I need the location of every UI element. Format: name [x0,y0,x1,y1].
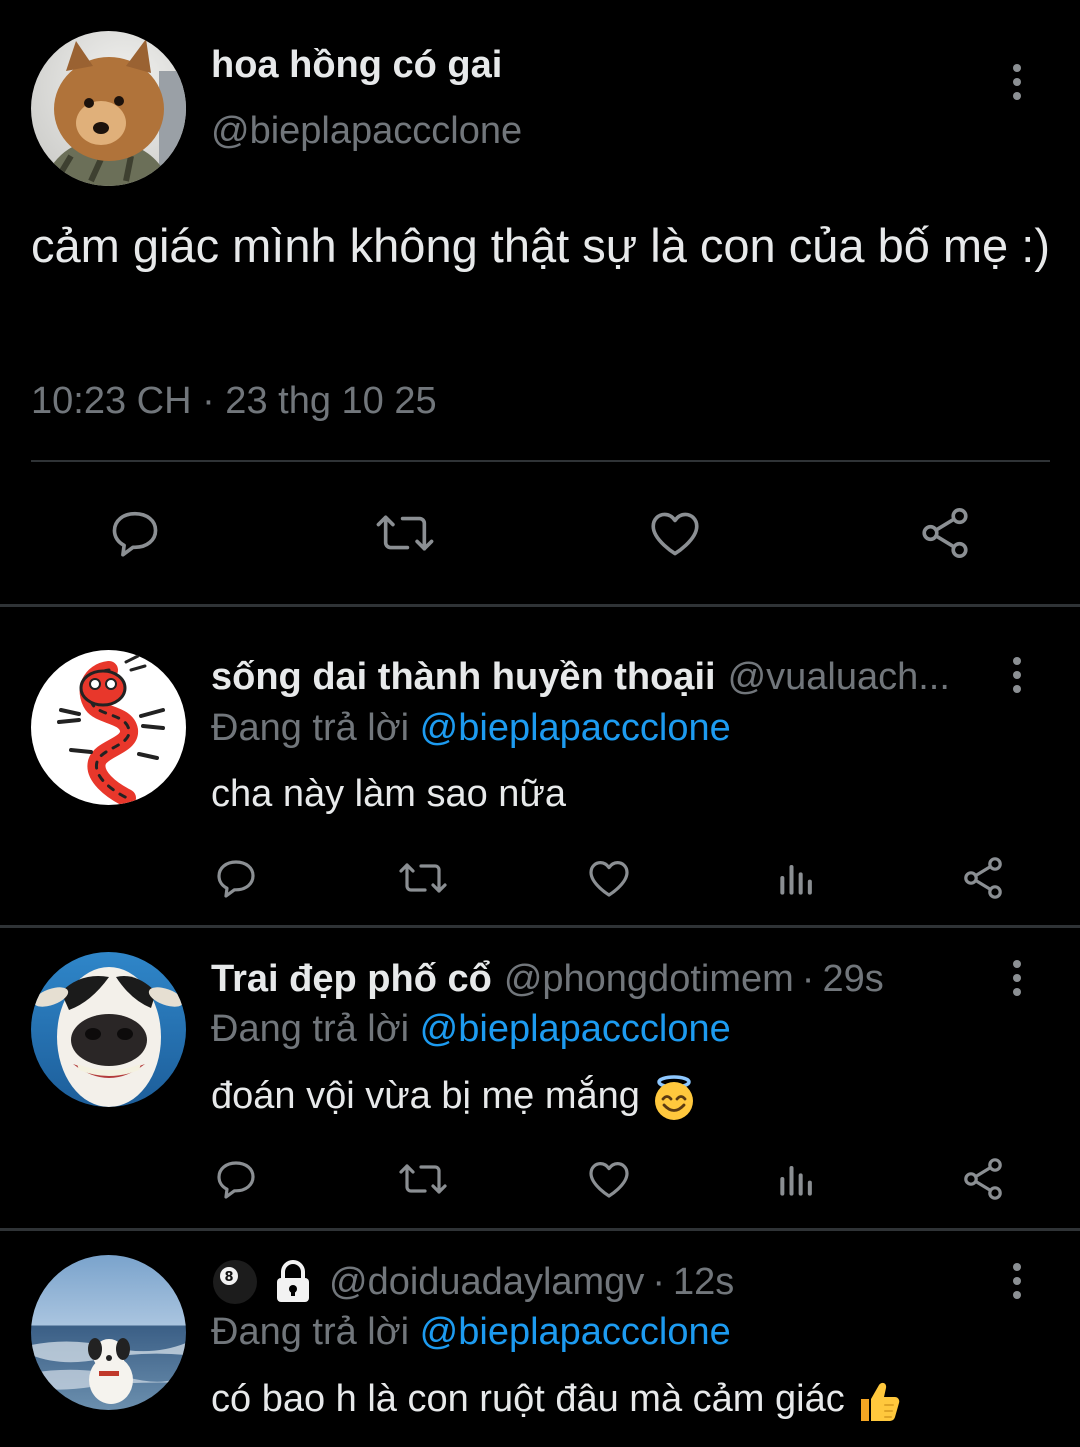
share-icon [964,1158,1002,1200]
user-handle[interactable]: @bieplapaccclone [211,110,522,153]
pomeranian-dog-avatar-icon [31,31,186,186]
smiling-face-with-halo-icon [650,1074,698,1122]
share-button[interactable] [958,1154,1008,1204]
main-tweet: hoa hồng có gai @bieplapaccclone cảm giá… [0,0,1080,605]
mention-link[interactable]: @bieplapaccclone [420,707,731,749]
reply-text-content: đoán vội vừa bị mẹ mắng [211,1075,640,1118]
replying-to: Đang trả lời @bieplapaccclone [211,1008,731,1051]
more-options-button[interactable] [997,52,1037,112]
more-options-button[interactable] [997,948,1037,1008]
share-button[interactable] [958,853,1008,903]
8-ball-emoji-icon: 8 [211,1258,259,1306]
reply-icon [217,860,255,898]
divider [31,460,1050,462]
lock-icon [269,1258,317,1306]
like-button[interactable] [584,853,634,903]
reply-button[interactable] [100,500,170,566]
mention-link[interactable]: @bieplapaccclone [420,1008,731,1050]
reply-handle[interactable]: @vualuach... [728,656,950,699]
separator-dot: · [801,957,815,1000]
heart-icon [651,512,699,556]
reply-text: cha này làm sao nữa [211,773,566,815]
vertical-ellipsis-icon [1013,657,1021,693]
share-button[interactable] [910,500,980,566]
reply-time[interactable]: 29s [822,958,883,1001]
share-icon [964,857,1002,899]
vertical-ellipsis-icon [1013,64,1021,100]
reply-avatar[interactable] [31,1255,186,1410]
reply-avatar[interactable] [31,952,186,1107]
reply-icon [112,511,158,557]
vertical-ellipsis-icon [1013,960,1021,996]
replying-prefix: Đang trả lời [211,1311,410,1353]
replying-prefix: Đang trả lời [211,707,410,749]
reply-handle[interactable]: @phongdotimem [504,958,794,1001]
separator-dot: · [652,1260,665,1303]
reply-button[interactable] [211,1154,261,1204]
reply-header: sống dai thành huyền thoạii @vualuach... [211,652,950,702]
views-button[interactable] [772,1154,822,1204]
display-name[interactable]: hoa hồng có gai [211,44,502,87]
views-button[interactable] [772,853,822,903]
replying-to: Đang trả lời @bieplapaccclone [211,1311,731,1354]
beach-plush-avatar-icon [31,1255,186,1410]
share-icon [922,507,968,559]
replying-prefix: Đang trả lời [211,1008,410,1050]
bar-chart-icon [780,1165,812,1196]
cow-avatar-icon [31,952,186,1107]
reply-text: có bao h là con ruột đâu mà cảm giác [211,1377,903,1425]
main-avatar[interactable] [31,31,186,186]
svg-text:8: 8 [224,1270,233,1285]
reply-display-name[interactable]: Trai đẹp phố cổ [211,958,492,1001]
retweet-icon [376,515,434,551]
bar-chart-icon [780,864,812,895]
reply-text-content: có bao h là con ruột đâu mà cảm giác [211,1378,845,1421]
more-options-button[interactable] [997,1251,1037,1311]
heart-icon [589,1162,629,1198]
reply-tweet[interactable]: Trai đẹp phố cổ @phongdotimem · 29s Đang… [0,928,1080,1228]
reply-display-name[interactable]: sống dai thành huyền thoạii [211,656,716,699]
more-options-button[interactable] [997,645,1037,705]
retweet-button[interactable] [395,1154,451,1204]
mention-link[interactable]: @bieplapaccclone [420,1311,731,1353]
reply-text: đoán vội vừa bị mẹ mắng [211,1074,698,1122]
reply-avatar[interactable] [31,650,186,805]
reply-time[interactable]: 12s [673,1261,734,1304]
reply-header: 8 @doiduadaylamgv · 12s [211,1257,734,1307]
retweet-button[interactable] [370,500,440,566]
reply-tweet[interactable]: sống dai thành huyền thoạii @vualuach...… [0,605,1080,925]
retweet-icon [399,863,447,893]
like-button[interactable] [584,1154,634,1204]
retweet-icon [399,1164,447,1194]
reply-icon [217,1161,255,1199]
replying-to: Đang trả lời @bieplapaccclone [211,707,731,750]
like-button[interactable] [640,500,710,566]
tweet-timestamp[interactable]: 10:23 CH · 23 thg 10 25 [31,380,437,423]
vertical-ellipsis-icon [1013,1263,1021,1299]
reply-header: Trai đẹp phố cổ @phongdotimem · 29s [211,954,884,1004]
retweet-button[interactable] [395,853,451,903]
reply-tweet[interactable]: 8 @doiduadaylamgv · 12s Đang trả lời @bi… [0,1231,1080,1447]
reply-button[interactable] [211,853,261,903]
red-dragon-avatar-icon [31,650,186,805]
heart-icon [589,861,629,897]
thumbs-up-icon [855,1377,903,1425]
reply-handle[interactable]: @doiduadaylamgv [329,1261,644,1304]
tweet-text: cảm giác mình không thật sự là con của b… [31,219,1050,272]
